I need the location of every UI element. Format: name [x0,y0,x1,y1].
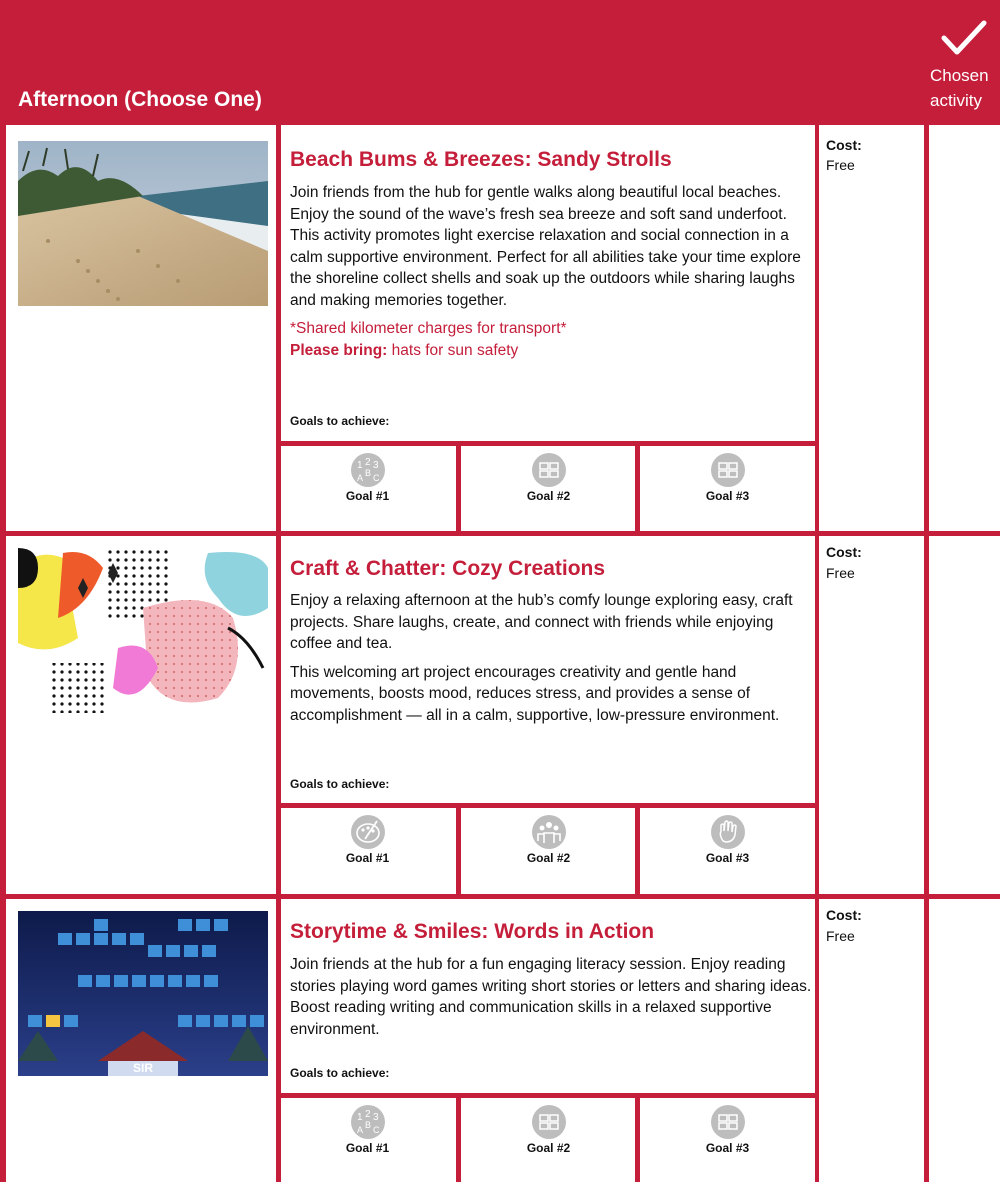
cost-value: Free [826,157,855,173]
grid-line [0,125,6,1182]
grid-line [924,125,929,1182]
grid-line [815,125,819,1182]
checkmark-icon [941,20,987,55]
goal-row-border [280,1093,816,1098]
word-game-image: SIR [18,911,268,1076]
goal-label: Goal #1 [345,851,390,865]
svg-text:3: 3 [373,1112,379,1123]
svg-text:B: B [365,1120,371,1130]
activity-description: Enjoy a relaxing afternoon at the hub’s … [290,592,793,724]
goal-row: Goal #1 Goal #2 Goal #3 [280,811,815,865]
cost-value: Free [826,565,855,581]
goal-label: Goal #1 [345,489,390,503]
goal-row-border [280,441,816,446]
please-bring: Please bring: hats for sun safety [290,341,519,359]
header-bar: Afternoon (Choose One) Chosen activity [0,0,1000,125]
hand-icon [710,815,745,849]
hands-together-icon [710,453,745,487]
svg-text:2: 2 [365,457,371,468]
goal-label: Goal #1 [345,1141,390,1155]
cost-label: Cost: [826,544,862,560]
goals-label: Goals to achieve: [290,777,390,791]
svg-text:2: 2 [365,1109,371,1120]
goal-item: Goal #2 [461,449,636,503]
goal-item: Goal #1 [280,811,455,865]
cost-label: Cost: [826,907,862,923]
goal-row: 1 2 3 A B C Goal #1 Goal #2 Goal #3 [280,449,815,503]
goal-row-border [280,803,816,808]
word-game-center-label: SIR [133,1061,153,1075]
cost-label: Cost: [826,137,862,153]
goal-label: Goal #2 [526,1141,571,1155]
hands-together-icon [531,453,566,487]
group-people-icon [531,815,566,849]
goal-item: 1 2 3 A B C Goal #1 [280,1101,455,1155]
activity-description: Join friends at the hub for a fun engagi… [290,956,812,1038]
goal-item: Goal #3 [640,449,815,503]
activity-title: Storytime & Smiles: Words in Action [290,920,655,943]
svg-text:A: A [357,473,363,483]
row-divider [0,531,1000,536]
goal-label: Goal #3 [705,1141,750,1155]
section-title: Afternoon (Choose One) [18,88,262,111]
cost-value: Free [826,928,855,944]
goals-label: Goals to achieve: [290,414,390,428]
numbers-letters-icon: 1 2 3 A B C [350,1105,385,1139]
craft-pattern-image [18,548,268,713]
goal-row: 1 2 3 A B C Goal #1 Goal #2 Goal #3 [280,1101,815,1155]
numbers-letters-icon: 1 2 3 A B C [350,453,385,487]
goal-item: Goal #3 [640,811,815,865]
goal-item: Goal #3 [640,1101,815,1155]
goal-label: Goal #2 [526,489,571,503]
row-divider [0,894,1000,899]
svg-text:C: C [373,473,380,483]
goal-label: Goal #2 [526,851,571,865]
hands-together-icon [710,1105,745,1139]
activity-description: Join friends from the hub for gentle wal… [290,182,815,361]
goals-label: Goals to achieve: [290,1066,390,1080]
svg-text:B: B [365,468,371,478]
goal-label: Goal #3 [705,489,750,503]
activity-title: Beach Bums & Breezes: Sandy Strolls [290,148,672,171]
goal-label: Goal #3 [705,851,750,865]
activity-title: Craft & Chatter: Cozy Creations [290,557,606,580]
svg-text:C: C [373,1125,380,1135]
hands-together-icon [531,1105,566,1139]
svg-text:3: 3 [373,460,379,471]
goal-item: Goal #2 [461,811,636,865]
grid-line [276,125,281,1182]
paint-palette-icon [350,815,385,849]
chosen-activity-header: Chosen activity [930,66,989,110]
svg-text:A: A [357,1125,363,1135]
svg-text:1: 1 [357,460,363,471]
svg-text:1: 1 [357,1112,363,1123]
goal-item: Goal #2 [461,1101,636,1155]
transport-note: *Shared kilometer charges for transport* [290,320,567,337]
goal-item: 1 2 3 A B C Goal #1 [280,449,455,503]
beach-photo [18,141,268,306]
